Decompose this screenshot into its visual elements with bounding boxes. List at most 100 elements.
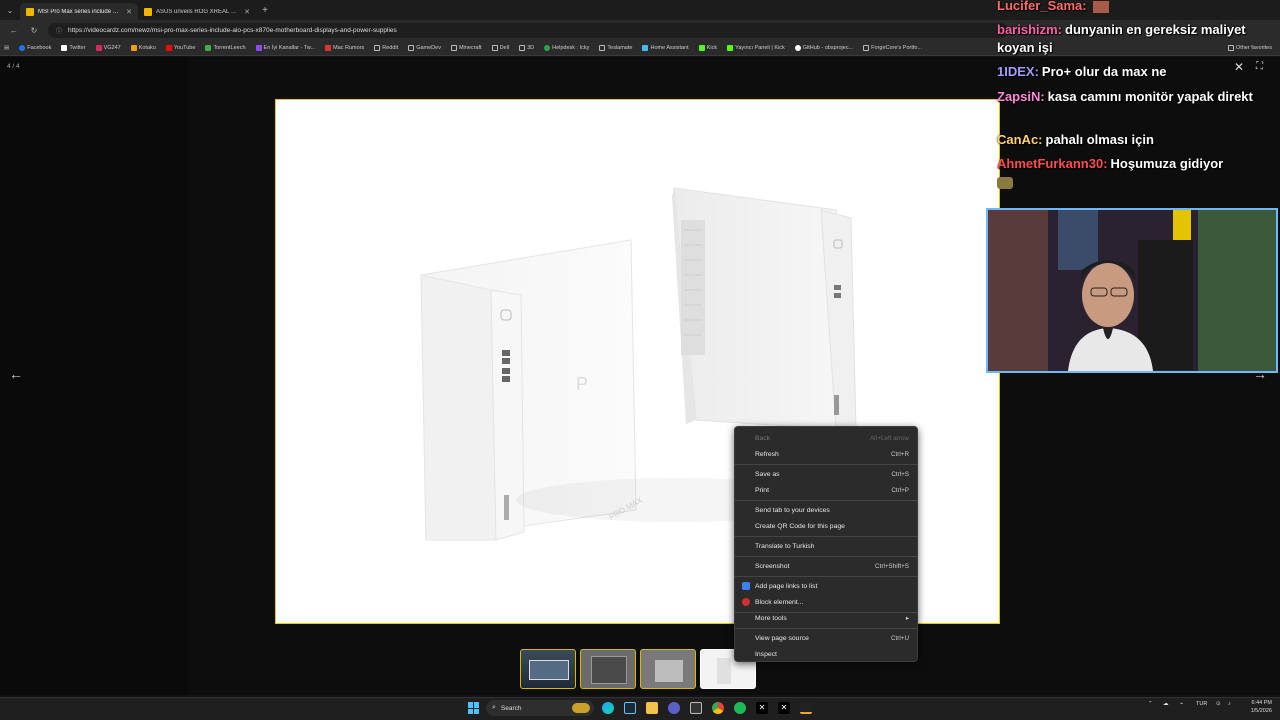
x-app-icon-2[interactable]: ✕: [778, 702, 790, 714]
menu-item-create-qr-code[interactable]: Create QR Code for this page: [735, 519, 917, 533]
teams-icon[interactable]: [668, 702, 680, 714]
back-icon[interactable]: ←: [8, 26, 20, 35]
tab-asus-rog-xreal[interactable]: ASUS unveils ROG XREAL R1 AR g ✕: [138, 3, 256, 20]
menu-item-inspect[interactable]: Inspect: [735, 647, 917, 661]
folder-icon: [599, 44, 606, 51]
url-text: https://videocardz.com/newz/msi-pro-max-…: [68, 26, 397, 34]
bookmark-3d[interactable]: 3D: [519, 44, 534, 51]
chat-message: AhmetFurkann30: Hoşumuza gidiyor: [997, 155, 1267, 173]
chat-username: CanAc:: [997, 132, 1043, 147]
bookmark-gamedev[interactable]: GameDev: [408, 44, 441, 51]
chat-username: ZapsiN:: [997, 89, 1045, 104]
twitter-icon: [61, 44, 68, 51]
home-assistant-icon: [642, 44, 649, 51]
bookmark-home-assistant[interactable]: Home Assistant: [642, 44, 689, 51]
file-explorer-icon[interactable]: [646, 702, 658, 714]
twitch-icon: [255, 44, 262, 51]
vg247-icon: [95, 44, 102, 51]
menu-item-print[interactable]: Print Ctrl+P: [735, 483, 917, 497]
start-button-windows-icon[interactable]: [468, 702, 480, 714]
chat-username: 1IDEX:: [997, 64, 1039, 79]
bookmark-twitch-channels[interactable]: En İyi Kanallar - Tw...: [255, 44, 315, 51]
taskbar-clock[interactable]: 6:44 PM 1/5/2026: [1240, 699, 1272, 715]
chat-emote-line: [997, 176, 1267, 194]
bookmark-youtube[interactable]: YouTube: [165, 44, 195, 51]
taskbar-search[interactable]: ⌕ Search: [486, 700, 594, 716]
wifi-icon[interactable]: ⊙: [1216, 701, 1221, 707]
menu-item-screenshot[interactable]: Screenshot Ctrl+Shift+S: [735, 559, 917, 573]
bookmark-helpdesk[interactable]: Helpdesk : Icky: [544, 44, 589, 51]
thumbnail-white-pc-icon: [717, 658, 731, 684]
menu-item-view-page-source[interactable]: View page source Ctrl+U: [735, 631, 917, 645]
edge-browser-icon[interactable]: [602, 702, 614, 714]
bookmark-dell[interactable]: Dell: [491, 44, 509, 51]
macrumors-icon: [325, 44, 332, 51]
lightbox-left-dim: [0, 57, 188, 695]
steam-icon[interactable]: [624, 702, 636, 714]
bookmark-reddit[interactable]: Reddit: [374, 44, 398, 51]
reload-icon[interactable]: ↻: [28, 26, 40, 35]
github-icon: [794, 44, 801, 51]
tool-app-icon[interactable]: [800, 702, 812, 714]
tab-msi-pro-max[interactable]: MSI Pro Max series include AIO PC ✕: [20, 3, 138, 20]
bookmark-kick-panel[interactable]: Yayıncı Paneli | Kick: [727, 44, 785, 51]
chat-text: pahalı olması için: [1045, 132, 1154, 147]
bookmark-kotaku[interactable]: Kotaku: [130, 44, 156, 51]
chrome-icon[interactable]: [712, 702, 724, 714]
terminal-icon[interactable]: [690, 702, 702, 714]
folder-icon: [374, 44, 381, 51]
chat-text: kasa camını monitör yapak direkt: [1047, 89, 1253, 104]
bookmarks-icon[interactable]: ▤: [4, 45, 9, 51]
submenu-arrow-icon: ▸: [905, 614, 909, 622]
folder-icon: [408, 44, 415, 51]
close-tab-icon[interactable]: ✕: [126, 8, 132, 16]
thumbnail-psu-icon: [655, 660, 683, 682]
new-tab-button[interactable]: +: [256, 5, 274, 16]
menu-item-block-element[interactable]: Block element...: [735, 595, 917, 609]
onedrive-icon[interactable]: ☁: [1163, 701, 1169, 707]
gallery-thumbnail-3[interactable]: [640, 649, 696, 689]
spotify-icon[interactable]: [734, 702, 746, 714]
gallery-thumbnail-1[interactable]: [520, 649, 576, 689]
bookmark-minecraft[interactable]: Minecraft: [450, 44, 482, 51]
kotaku-icon: [130, 44, 137, 51]
bookmark-vg247[interactable]: VG247: [95, 44, 121, 51]
menu-item-send-tab[interactable]: Send tab to your devices: [735, 503, 917, 517]
menu-item-more-tools[interactable]: More tools ▸: [735, 611, 917, 625]
volume-icon[interactable]: ♪: [1228, 701, 1231, 707]
bookmark-torrentleech[interactable]: TorrentLeech: [205, 44, 246, 51]
kick-icon: [727, 44, 734, 51]
chat-message: 1IDEX: Pro+ olur da max ne: [997, 63, 1267, 81]
menu-item-add-page-links[interactable]: Add page links to list: [735, 579, 917, 593]
bookmark-kick[interactable]: Kick: [698, 44, 717, 51]
close-tab-icon[interactable]: ✕: [244, 8, 250, 16]
stream-chat-overlay: Lucifer_Sama: barishizm: dunyanin en gere…: [992, 0, 1280, 200]
language-indicator[interactable]: TUR: [1196, 701, 1207, 707]
bookmark-github[interactable]: GitHub - obsprojec...: [794, 44, 853, 51]
address-bar[interactable]: ⓘ https://videocardz.com/newz/msi-pro-ma…: [48, 22, 1008, 38]
gallery-thumbnail-2[interactable]: [580, 649, 636, 689]
tray-overflow-icon[interactable]: ⌃: [1148, 701, 1153, 707]
x-app-icon[interactable]: ✕: [756, 702, 768, 714]
previous-image-arrow-icon[interactable]: ←: [9, 366, 23, 382]
bookmark-mac-rumors[interactable]: Mac Rumors: [325, 44, 364, 51]
bookmark-teslamate[interactable]: Teslamate: [599, 44, 632, 51]
menu-separator: [735, 500, 917, 501]
streamer-webcam: [986, 208, 1278, 373]
chat-text: Pro+ olur da max ne: [1041, 64, 1167, 79]
webcam-feed: [988, 210, 1276, 371]
bookmark-forgecore[interactable]: ForgeCore's Portfo...: [863, 44, 922, 51]
bookmark-facebook[interactable]: Facebook: [19, 44, 51, 51]
tab-actions-menu-icon[interactable]: ⌄: [0, 0, 20, 20]
network-icon[interactable]: ⌁: [1180, 701, 1183, 707]
chat-message: barishizm: dunyanin en gereksiz maliyet k…: [997, 21, 1267, 57]
menu-separator: [735, 464, 917, 465]
link-list-icon: [742, 582, 750, 590]
menu-item-save-as[interactable]: Save as Ctrl+S: [735, 467, 917, 481]
menu-item-refresh[interactable]: Refresh Ctrl+R: [735, 447, 917, 461]
menu-item-translate[interactable]: Translate to Turkish: [735, 539, 917, 553]
folder-icon: [491, 44, 498, 51]
menu-item-back[interactable]: Back Alt+Left arrow: [735, 431, 917, 445]
site-info-icon[interactable]: ⓘ: [56, 26, 62, 35]
bookmark-twitter[interactable]: Twitter: [61, 44, 86, 51]
